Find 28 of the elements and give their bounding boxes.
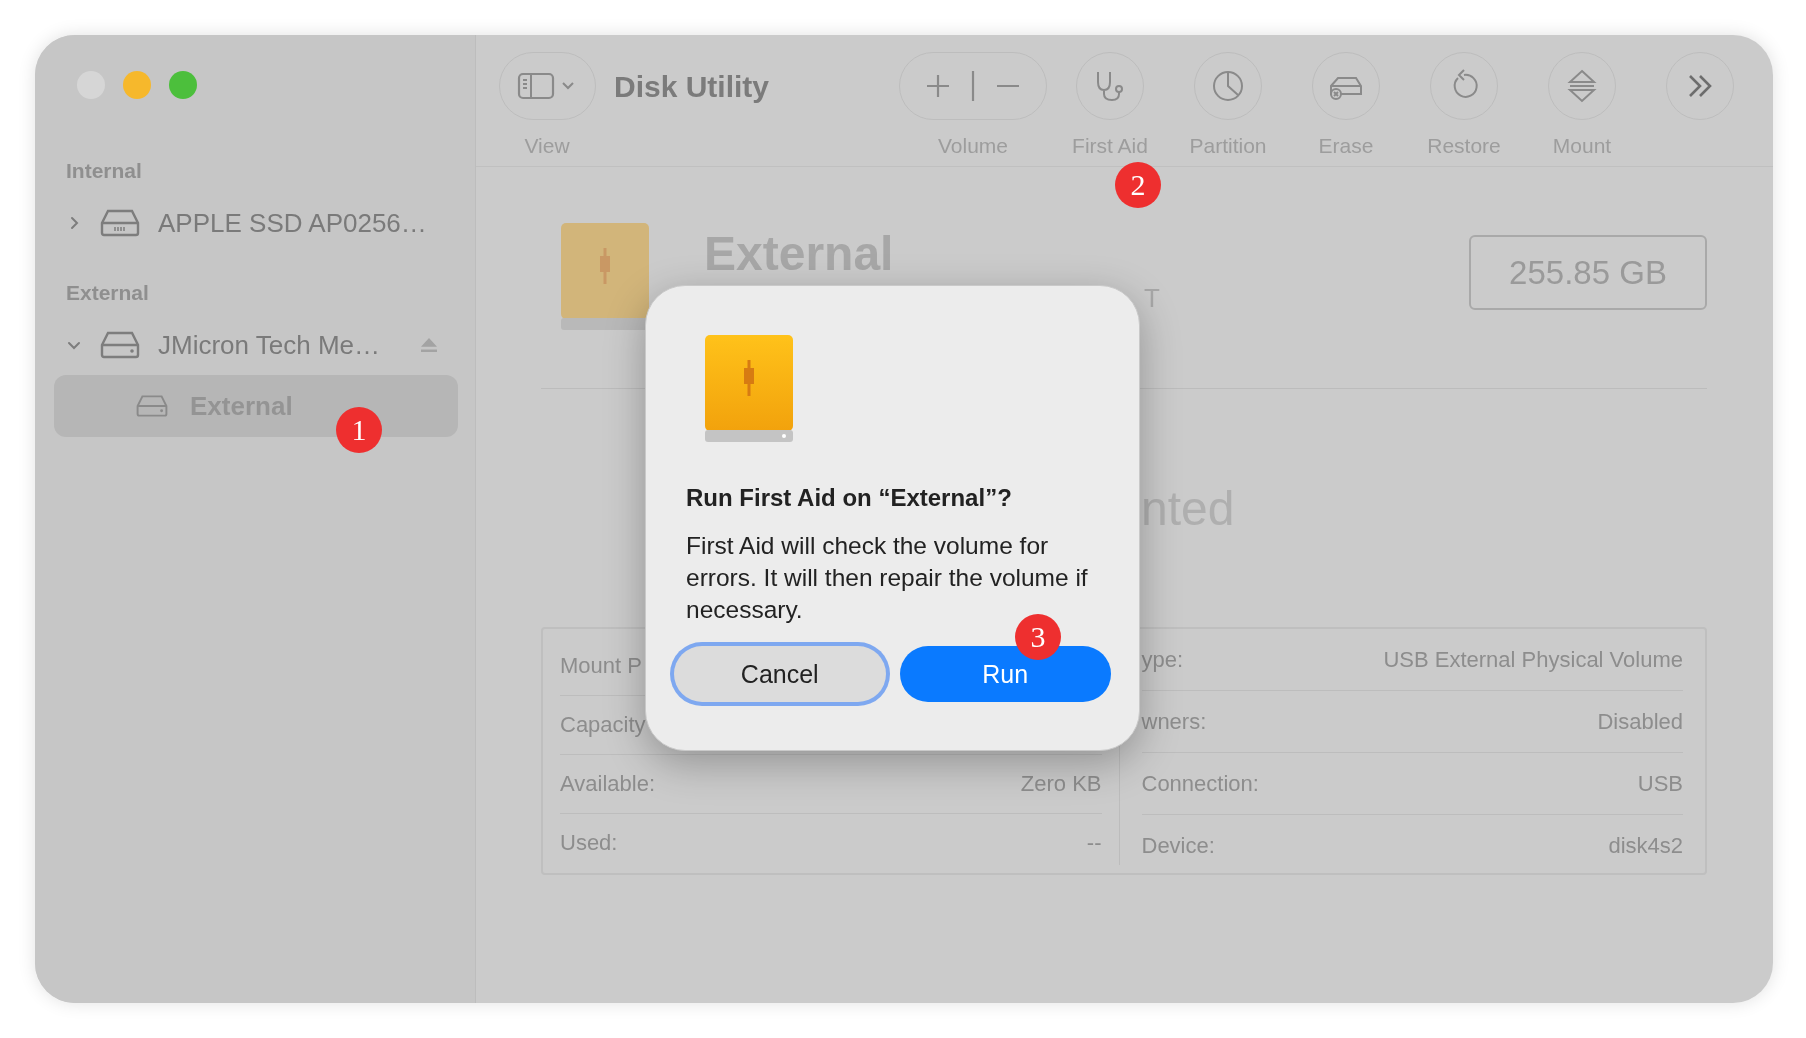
info-label: Connection: xyxy=(1141,770,1259,797)
sidebar-item[interactable]: JMicron Tech Me… xyxy=(54,315,464,375)
volume-icon xyxy=(136,394,168,418)
info-label: Available: xyxy=(560,771,655,797)
run-button[interactable]: Run xyxy=(899,646,1111,702)
drive-icon xyxy=(100,209,140,237)
info-label: Device: xyxy=(1141,832,1215,859)
info-value: USB xyxy=(1637,770,1683,797)
info-value: Disabled xyxy=(1597,708,1683,735)
zoom-button[interactable] xyxy=(169,71,197,99)
info-value: USB External Physical Volume xyxy=(1383,646,1683,673)
eject-icon[interactable] xyxy=(420,337,439,353)
info-label: ype: xyxy=(1141,646,1184,673)
info-label: wners: xyxy=(1141,708,1207,735)
info-label: Used: xyxy=(560,830,618,856)
info-label: Mount P xyxy=(560,653,642,679)
drive-icon xyxy=(100,331,140,359)
info-value: disk4s2 xyxy=(1608,832,1683,859)
sidebar-item[interactable]: APPLE SSD AP0256… xyxy=(54,193,464,253)
info-value: -- xyxy=(1086,830,1102,856)
drive-icon xyxy=(560,222,650,332)
info-label: Capacity xyxy=(560,712,646,738)
dialog-title: Run First Aid on “External”? xyxy=(686,484,1013,512)
window-title: Disk Utility xyxy=(614,70,770,104)
drive-icon xyxy=(704,334,794,444)
pie-icon xyxy=(1210,68,1246,104)
info-value: Zero KB xyxy=(1020,771,1102,797)
sidebar-icon xyxy=(517,71,577,101)
